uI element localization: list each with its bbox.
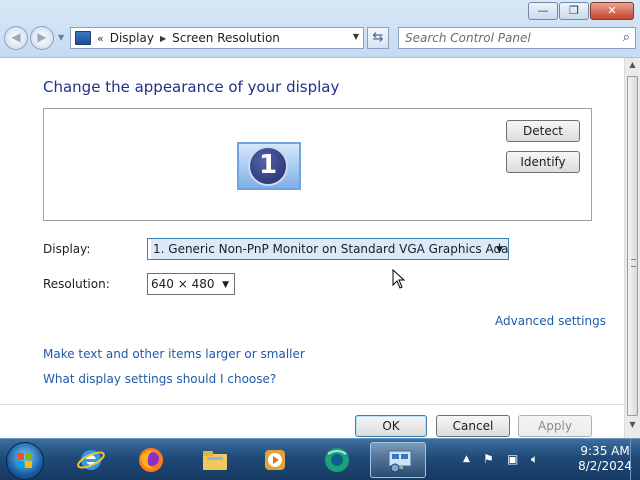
page-title: Change the appearance of your display xyxy=(43,78,340,96)
chevron-down-icon: ▼ xyxy=(222,280,229,290)
identify-button[interactable]: Identify xyxy=(506,151,580,173)
start-button[interactable] xyxy=(6,442,44,480)
network-icon[interactable]: ▣ xyxy=(507,452,518,466)
detect-button[interactable]: Detect xyxy=(506,120,580,142)
taskbar-display-settings[interactable] xyxy=(370,442,426,478)
grip-icon xyxy=(631,259,636,267)
resolution-select[interactable]: 640 × 480 ▼ xyxy=(147,273,235,295)
taskbar-file-explorer[interactable] xyxy=(186,442,242,478)
show-hidden-icons-icon[interactable]: ▲ xyxy=(463,454,470,464)
volume-muted-icon[interactable]: 🔈︎ xyxy=(531,452,538,467)
internet-explorer-icon xyxy=(77,450,105,470)
window-controls: — ❐ ✕ xyxy=(527,2,634,20)
clock[interactable]: 9:35 AM 8/2/2024 xyxy=(578,444,632,474)
window-chrome: — ❐ ✕ ◀ ▶ ▼ « Display ▶ Screen Resolutio… xyxy=(0,0,640,58)
display-settings-icon xyxy=(388,450,412,473)
clock-date: 8/2/2024 xyxy=(578,459,632,473)
monitor-arrangement-panel: 1 Detect Identify xyxy=(43,108,592,221)
forward-button[interactable]: ▶ xyxy=(30,26,54,50)
taskbar-browser[interactable] xyxy=(308,442,364,478)
system-tray: ▲ ⚑ ▣ 🔈︎ 9:35 AM 8/2/2024 xyxy=(455,439,640,480)
folder-icon xyxy=(203,451,227,470)
scroll-down-icon[interactable]: ▼ xyxy=(625,420,640,436)
breadcrumb-screen-resolution[interactable]: Screen Resolution xyxy=(172,31,280,45)
media-player-icon xyxy=(265,450,285,470)
search-icon[interactable]: ⌕ xyxy=(623,30,630,45)
browser-icon xyxy=(325,448,349,472)
chevron-down-icon: ▼ xyxy=(496,245,503,255)
back-arrow-icon: ◀ xyxy=(11,30,21,44)
vertical-scrollbar[interactable]: ▲ ▼ xyxy=(624,58,640,438)
footer-divider xyxy=(0,404,624,405)
advanced-settings-link[interactable]: Advanced settings xyxy=(495,314,606,328)
breadcrumb-display[interactable]: Display xyxy=(110,31,154,45)
close-icon: ✕ xyxy=(607,4,617,17)
taskbar-firefox[interactable] xyxy=(122,442,178,478)
breadcrumb-arrow-icon[interactable]: ▶ xyxy=(160,34,166,43)
scroll-up-icon[interactable]: ▲ xyxy=(625,60,640,76)
address-bar[interactable]: « Display ▶ Screen Resolution ▼ xyxy=(70,27,364,49)
display-select-value: 1. Generic Non-PnP Monitor on Standard V… xyxy=(151,239,508,259)
control-panel-icon xyxy=(75,31,91,45)
recent-pages-dropdown-icon[interactable]: ▼ xyxy=(58,33,64,42)
apply-button[interactable]: Apply xyxy=(518,415,592,437)
text-size-link[interactable]: Make text and other items larger or smal… xyxy=(43,347,305,361)
refresh-button[interactable]: ⇆ xyxy=(367,27,389,49)
close-button[interactable]: ✕ xyxy=(590,2,634,20)
clock-time: 9:35 AM xyxy=(580,444,630,458)
display-help-link[interactable]: What display settings should I choose? xyxy=(43,372,276,386)
forward-arrow-icon: ▶ xyxy=(37,30,47,44)
back-button[interactable]: ◀ xyxy=(4,26,28,50)
windows-logo-icon xyxy=(17,453,33,469)
search-box[interactable]: ⌕ xyxy=(398,27,636,49)
display-select[interactable]: 1. Generic Non-PnP Monitor on Standard V… xyxy=(147,238,509,260)
maximize-icon: ❐ xyxy=(569,4,579,17)
refresh-icon: ⇆ xyxy=(372,30,384,45)
breadcrumb-overflow[interactable]: « xyxy=(97,32,104,45)
content-area: Change the appearance of your display 1 … xyxy=(0,58,624,438)
taskbar-media-player[interactable] xyxy=(246,442,302,478)
display-label: Display: xyxy=(43,242,91,256)
resolution-select-value: 640 × 480 xyxy=(151,277,215,291)
show-desktop-button[interactable] xyxy=(630,439,640,480)
minimize-icon: — xyxy=(537,4,549,17)
mouse-pointer-icon xyxy=(392,269,406,289)
ok-button[interactable]: OK xyxy=(355,415,427,437)
cancel-button[interactable]: Cancel xyxy=(436,415,510,437)
search-input[interactable] xyxy=(399,28,609,48)
action-center-flag-icon[interactable]: ⚑ xyxy=(483,452,494,466)
monitor-1-tile[interactable]: 1 xyxy=(237,142,301,190)
resolution-label: Resolution: xyxy=(43,277,110,291)
monitor-number-badge: 1 xyxy=(248,146,288,186)
taskbar-internet-explorer[interactable] xyxy=(62,442,118,478)
address-dropdown-icon[interactable]: ▼ xyxy=(353,32,359,41)
firefox-icon xyxy=(139,448,163,472)
taskbar: ▲ ⚑ ▣ 🔈︎ 9:35 AM 8/2/2024 xyxy=(0,438,640,480)
scrollbar-thumb[interactable] xyxy=(627,76,638,416)
minimize-button[interactable]: — xyxy=(528,2,558,20)
maximize-button[interactable]: ❐ xyxy=(559,2,589,20)
